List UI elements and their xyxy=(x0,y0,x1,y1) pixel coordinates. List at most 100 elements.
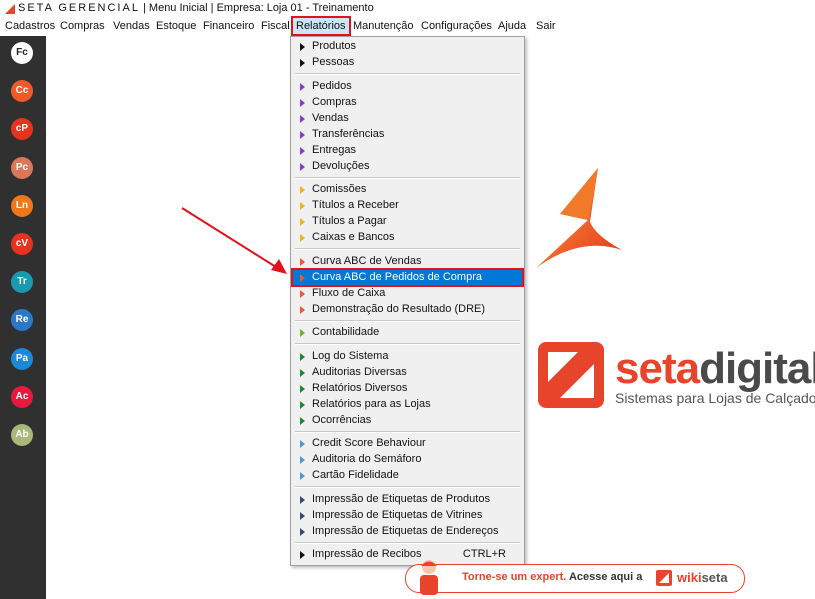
menu-item-label: Credit Score Behaviour xyxy=(312,437,426,449)
menu-sair[interactable]: Sair xyxy=(535,19,557,34)
menu-item-label: Títulos a Receber xyxy=(312,199,399,211)
menu-item-vendas[interactable]: Vendas xyxy=(293,111,522,126)
shortcut-button-cc[interactable]: Cc xyxy=(11,80,33,103)
menu-item-pessoas[interactable]: Pessoas xyxy=(293,55,522,70)
menu-item-shortcut: CTRL+R xyxy=(462,548,506,560)
shortcut-button-ln[interactable]: Ln xyxy=(11,194,33,217)
shortcut-button-cp[interactable]: cP xyxy=(11,118,33,141)
shortcut-button-ac[interactable]: Ac xyxy=(11,385,33,408)
menu-separator xyxy=(295,430,520,433)
menu-item-credit-score-behaviour[interactable]: Credit Score Behaviour xyxy=(293,436,522,451)
menu-item-label: Vendas xyxy=(312,111,349,124)
menu-item-contabilidade[interactable]: Contabilidade xyxy=(293,325,522,340)
menu-bar: Cadastros Compras Vendas Estoque Financeiro F… xyxy=(0,16,815,36)
menu-item-caixas-e-bancos[interactable]: Caixas e Bancos xyxy=(293,230,522,245)
menu-vendas[interactable]: Vendas xyxy=(112,19,151,34)
menu-item-curva-abc-de-pedidos-de-compra[interactable]: Curva ABC de Pedidos de Compra xyxy=(291,267,524,287)
menu-item-transferencias[interactable]: Transferências xyxy=(293,127,522,142)
submenu-arrow-icon xyxy=(300,82,305,91)
menu-item-relatorios-para-as-lojas[interactable]: Relatórios para as Lojas xyxy=(293,397,522,412)
menu-compras[interactable]: Compras xyxy=(59,19,106,34)
menu-separator xyxy=(295,248,520,250)
menu-manutencao[interactable]: Manutenção xyxy=(352,19,415,34)
menu-item-comissoes[interactable]: Comissões xyxy=(293,182,522,197)
submenu-arrow-icon xyxy=(300,114,305,123)
banner-text: Torne-se um expert. Acesse aqui a xyxy=(462,571,643,583)
submenu-arrow-icon xyxy=(300,146,305,155)
menu-fiscal[interactable]: Fiscal xyxy=(260,19,291,34)
menu-separator xyxy=(295,319,520,322)
menu-separator xyxy=(295,541,520,544)
submenu-arrow-icon xyxy=(300,472,305,480)
brand-name: setadigital xyxy=(615,344,815,393)
submenu-arrow-icon xyxy=(300,352,305,361)
menu-item-relatorios-diversos[interactable]: Relatórios Diversos xyxy=(293,381,522,396)
shortcut-button-re[interactable]: Re xyxy=(11,309,33,332)
shortcut-button-cv[interactable]: cV xyxy=(11,233,33,255)
submenu-arrow-icon xyxy=(300,495,305,504)
menu-item-produtos[interactable]: Produtos xyxy=(293,39,522,54)
menu-cadastros[interactable]: Cadastros xyxy=(4,19,56,34)
menu-item-label: Transferências xyxy=(312,127,385,140)
menu-item-label: Impressão de Etiquetas de Vitrines xyxy=(312,508,483,521)
menu-item-fluxo-de-caixa[interactable]: Fluxo de Caixa xyxy=(293,286,522,301)
menu-item-auditoria-do-semaforo[interactable]: Auditoria do Semáforo xyxy=(293,452,522,467)
menu-item-cartao-fidelidade[interactable]: Cartão Fidelidade xyxy=(293,468,522,483)
shortcut-button-fc[interactable]: Fc xyxy=(11,42,33,64)
shortcut-button-tr[interactable]: Tr xyxy=(11,271,33,294)
wikiseta-logo-icon xyxy=(656,570,672,586)
menu-separator xyxy=(295,343,520,345)
menu-item-log-do-sistema[interactable]: Log do Sistema xyxy=(293,349,522,364)
menu-estoque[interactable]: Estoque xyxy=(155,19,197,34)
menu-item-label: Contabilidade xyxy=(312,326,380,338)
shortcut-button-pa[interactable]: Pa xyxy=(11,347,33,370)
menu-item-label: Relatórios para as Lojas xyxy=(312,397,431,410)
menu-configuracoes[interactable]: Configurações xyxy=(420,19,493,34)
menu-separator xyxy=(295,486,520,488)
menu-item-titulos-a-pagar[interactable]: Títulos a Pagar xyxy=(293,214,522,229)
submenu-arrow-icon xyxy=(300,234,305,242)
submenu-arrow-icon xyxy=(300,130,305,139)
menu-ajuda[interactable]: Ajuda xyxy=(497,19,527,34)
title-bar: SETA GERENCIAL | Menu Inicial | Empresa:… xyxy=(0,0,815,17)
submenu-arrow-icon xyxy=(300,456,305,464)
menu-item-label: Fluxo de Caixa xyxy=(312,286,386,299)
menu-item-titulos-a-receber[interactable]: Títulos a Receber xyxy=(293,198,522,213)
menu-item-label: Produtos xyxy=(312,40,357,52)
menu-item-devolucoes[interactable]: Devoluções xyxy=(293,159,522,174)
menu-financeiro[interactable]: Financeiro xyxy=(202,19,255,34)
menu-item-ocorrencias[interactable]: Ocorrências xyxy=(293,413,522,428)
menu-separator xyxy=(295,176,520,179)
menu-item-impressao-de-etiquetas-de-vitrines[interactable]: Impressão de Etiquetas de Vitrines xyxy=(293,508,522,523)
window-title: SETA GERENCIAL | Menu Inicial | Empresa:… xyxy=(18,2,374,14)
menu-item-label: Curva ABC de Vendas xyxy=(312,254,422,267)
menu-item-impressao-de-etiquetas-de-produtos[interactable]: Impressão de Etiquetas de Produtos xyxy=(293,492,522,507)
menu-item-impressao-de-recibos[interactable]: Impressão de Recibos CTRL+R xyxy=(293,547,522,562)
shortcut-button-ab[interactable]: Ab xyxy=(11,424,33,446)
menu-item-label: Log do Sistema xyxy=(312,349,389,362)
submenu-arrow-icon xyxy=(300,384,305,393)
submenu-arrow-icon xyxy=(300,511,305,520)
submenu-arrow-icon xyxy=(300,551,305,559)
submenu-arrow-icon xyxy=(300,400,305,409)
app-logo-icon xyxy=(5,4,15,14)
wikiseta-wordmark: wikiseta xyxy=(677,570,728,585)
submenu-arrow-icon xyxy=(300,329,305,337)
menu-item-impressao-de-etiquetas-de-enderecos[interactable]: Impressão de Etiquetas de Endereços xyxy=(293,524,522,539)
menu-relatorios[interactable]: Relatórios xyxy=(291,16,351,36)
menu-item-label: Entregas xyxy=(312,143,357,156)
menu-item-demonstracao-do-resultado-dre[interactable]: Demonstração do Resultado (DRE) xyxy=(293,302,522,317)
submenu-arrow-icon xyxy=(300,440,305,448)
menu-item-curva-abc-de-vendas[interactable]: Curva ABC de Vendas xyxy=(293,254,522,269)
brand-tagline: Sistemas para Lojas de Calçados xyxy=(615,390,815,406)
menu-item-compras[interactable]: Compras xyxy=(293,95,522,110)
menu-item-label: Impressão de Recibos xyxy=(312,548,422,560)
menu-item-auditorias-diversas[interactable]: Auditorias Diversas xyxy=(293,365,522,380)
menu-item-entregas[interactable]: Entregas xyxy=(293,143,522,158)
menu-item-label: Ocorrências xyxy=(312,413,372,426)
shortcut-button-pc[interactable]: Pc xyxy=(11,156,33,179)
submenu-arrow-icon xyxy=(300,43,305,51)
setadigital-logo-icon xyxy=(538,342,604,408)
wikiseta-banner[interactable]: Torne-se um expert. Acesse aqui a wikise… xyxy=(405,560,745,595)
menu-item-pedidos[interactable]: Pedidos xyxy=(293,79,522,94)
